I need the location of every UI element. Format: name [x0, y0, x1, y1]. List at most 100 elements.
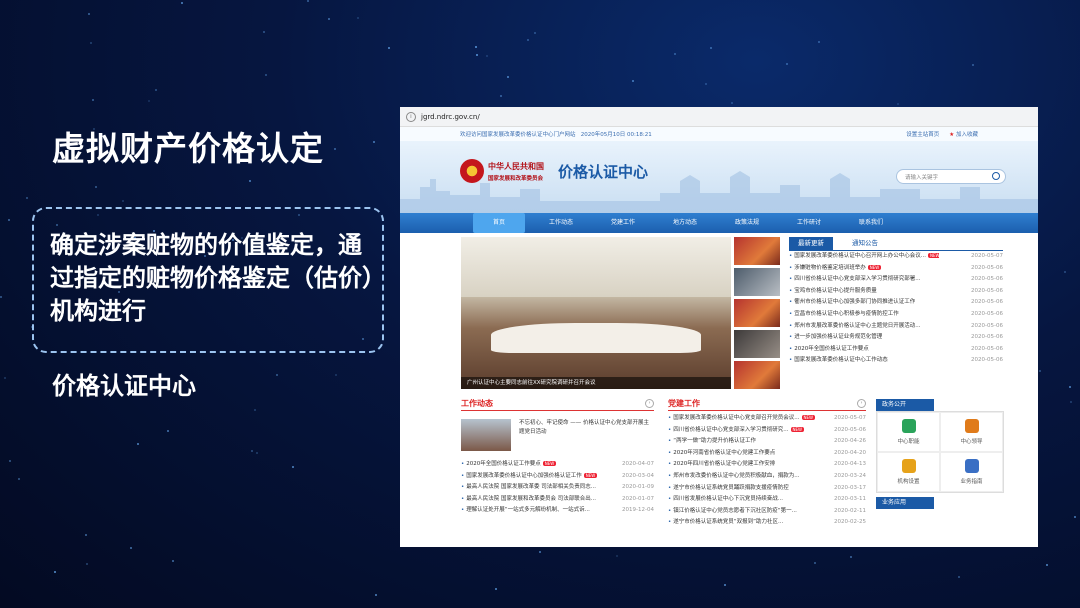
search-icon[interactable]	[992, 172, 1000, 180]
feature-image[interactable]	[461, 419, 511, 451]
item-title[interactable]: 2020年河南省价格认证中心党建工作要点	[673, 450, 775, 456]
item-title[interactable]: 郑州市发改委价格认证中心党员积极献血，捐款为...	[673, 473, 799, 479]
list-item[interactable]: • 最高人民法院 国家发展和改革委员会 司法部联合出... 2020-01-07	[461, 494, 654, 506]
nav-item[interactable]: 工作研讨	[783, 213, 835, 233]
gov-item[interactable]: 业务指南	[940, 452, 1003, 492]
list-item[interactable]: • 国家发展改革委价格认证中心加强价格认证工作 NEW 2020-03-04	[461, 471, 654, 483]
feature-text[interactable]: 不忘初心、牢记使命 —— 价格认证中心党支部开展主题党日活动	[519, 419, 649, 459]
more-icon[interactable]: ›	[645, 399, 654, 408]
nav-item[interactable]: 联系我们	[845, 213, 897, 233]
item-title[interactable]: 国家发展改革委价格认证中心党支部召开党员会议...	[673, 415, 799, 421]
item-title[interactable]: 郑州市发展改革委价格认证中心主题党日开展活动...	[794, 323, 920, 329]
item-title[interactable]: 理解认证处开展“一站式多元解纷机制、一站式诉...	[466, 507, 590, 513]
bullet-icon: •	[789, 299, 793, 306]
nav-item[interactable]: 首页	[473, 213, 525, 233]
search-input[interactable]: 请输入关键字	[896, 169, 1006, 184]
gov-item[interactable]: 中心领导	[940, 412, 1003, 452]
list-item[interactable]: • 衢州市价格认证中心加强多部门协同推进认证工作 2020-05-06	[789, 297, 1003, 309]
new-badge-icon: NEW	[583, 472, 598, 478]
item-title[interactable]: 国家发展改革委价格认证中心加强价格认证工作	[466, 473, 582, 479]
work-news-section: 工作动态 › 不忘初心、牢记使命 —— 价格认证中心党支部开展主题党日活动 • 20…	[461, 397, 654, 517]
item-date: 2020-03-24	[834, 472, 866, 479]
item-title[interactable]: 遂宁市价格认证系统党员踊跃捐款支援疫情防控	[673, 485, 789, 491]
gov-item-icon	[901, 459, 916, 473]
item-title[interactable]: “两学一做”助力提升价格认证工作	[673, 438, 756, 444]
item-title[interactable]: 国家发展改革委价格认证中心召开网上办公中心会议...	[794, 253, 926, 259]
nav-item[interactable]: 政策法规	[721, 213, 773, 233]
item-title[interactable]: 四川省价格认证中心党支部深入学习贯彻研究部署...	[794, 276, 920, 282]
list-item[interactable]: • 四川省发展价格认证中心下沉党员持续奋战... 2020-03-11	[668, 494, 866, 506]
item-date: 2020-04-07	[622, 461, 654, 467]
item-title[interactable]: 涉嫌赃物价格鉴定培训班举办	[794, 265, 866, 271]
list-item[interactable]: • 涉嫌赃物价格鉴定培训班举办 NEW 2020-05-06	[789, 263, 1003, 275]
nav-item[interactable]: 工作动态	[535, 213, 587, 233]
list-item[interactable]: • 郑州市发展改革委价格认证中心主题党日开展活动... 2020-05-06	[789, 321, 1003, 333]
nav-item[interactable]: 地方动态	[659, 213, 711, 233]
list-item[interactable]: • 郑州市发改委价格认证中心党员积极献血，捐款为... 2020-03-24	[668, 471, 866, 483]
list-item[interactable]: • 国家发展改革委价格认证中心召开网上办公中心会议... NEW 2020-05-07	[789, 251, 1003, 263]
item-title[interactable]: 四川省价格认证中心党支部深入学习贯彻研究...	[673, 427, 788, 433]
bullet-icon: •	[668, 519, 672, 526]
bullet-icon: •	[668, 507, 672, 514]
item-title[interactable]: 四川省发展价格认证中心下沉党员持续奋战...	[673, 496, 783, 502]
list-item[interactable]: • 镇江价格认证中心党员志愿者下沉社区防疫“第一... 2020-02-11	[668, 506, 866, 518]
item-date: 2020-05-06	[971, 334, 1003, 341]
list-item[interactable]: • 四川省价格认证中心党支部深入学习贯彻研究部署... 2020-05-06	[789, 274, 1003, 286]
gov-item[interactable]: 中心职能	[877, 412, 940, 452]
more-icon[interactable]: ›	[857, 399, 866, 408]
info-icon: i	[406, 111, 416, 122]
item-title[interactable]: 宜昌市价格认证中心积极参与疫情防控工作	[794, 311, 899, 317]
tab-latest[interactable]: 最新更新	[789, 237, 833, 250]
thumbnail[interactable]	[734, 330, 780, 358]
list-item[interactable]: • 进一步加强价格认证业务规范化管理 2020-05-06	[789, 332, 1003, 344]
gov-item[interactable]: 机构设置	[877, 452, 940, 492]
item-title[interactable]: 2020年四川省价格认证中心党建工作安排	[673, 461, 775, 467]
add-favorite-link[interactable]: ★ 加入收藏	[949, 130, 978, 138]
headline-photo[interactable]: 广州认证中心主要同志前往XX研究院调研并召开会议	[461, 237, 731, 389]
photo-thumbnails[interactable]	[734, 237, 780, 392]
item-title[interactable]: 2020年全国价格认证工作要点	[466, 461, 541, 467]
gov-item-label: 中心职能	[897, 439, 920, 445]
thumbnail[interactable]	[734, 237, 780, 265]
national-emblem-icon	[460, 159, 484, 183]
list-item[interactable]: • 遂宁市价格认证系统党员踊跃捐款支援疫情防控 2020-03-17	[668, 483, 866, 495]
list-item[interactable]: • 四川省价格认证中心党支部深入学习贯彻研究... NEW 2020-05-06	[668, 425, 866, 437]
gov-item-label: 机构设置	[897, 479, 920, 485]
list-item[interactable]: • 2020年河南省价格认证中心党建工作要点 2020-04-20	[668, 448, 866, 460]
tab-notices[interactable]: 通知公告	[843, 237, 887, 250]
item-title[interactable]: 2020年全国价格认证工作要点	[794, 346, 869, 352]
thumbnail[interactable]	[734, 361, 780, 389]
welcome-text: 欢迎访问国家发展改革委价格认证中心门户网站	[460, 132, 576, 138]
item-date: 2020-05-06	[834, 426, 866, 433]
list-item[interactable]: • 国家发展改革委价格认证中心工作动态 2020-05-06	[789, 355, 1003, 367]
bullet-icon: •	[461, 484, 465, 491]
item-title[interactable]: 最高人民法院 国家发展改革委 司法部相关负责同志...	[466, 484, 596, 490]
item-title[interactable]: 进一步加强价格认证业务规范化管理	[794, 334, 882, 340]
item-title[interactable]: 镇江价格认证中心党员志愿者下沉社区防疫“第一...	[673, 508, 797, 514]
list-item[interactable]: • 宜昌市价格认证中心积极参与疫情防控工作 2020-05-06	[789, 309, 1003, 321]
list-item[interactable]: • “两学一做”助力提升价格认证工作 2020-04-26	[668, 436, 866, 448]
thumbnail[interactable]	[734, 268, 780, 296]
list-item[interactable]: • 国家发展改革委价格认证中心党支部召开党员会议... NEW 2020-05-07	[668, 413, 866, 425]
item-date: 2020-05-06	[971, 357, 1003, 364]
list-item[interactable]: • 2020年全国价格认证工作要点 2020-05-06	[789, 344, 1003, 356]
address-bar[interactable]: i jgrd.ndrc.gov.cn/	[400, 107, 1038, 127]
list-item[interactable]: • 遂宁市价格认证系统党员“双报到”助力社区... 2020-02-25	[668, 517, 866, 529]
item-title[interactable]: 宝鸡市价格认证中心提升服务质量	[794, 288, 877, 294]
bullet-icon: •	[461, 507, 465, 514]
nav-item[interactable]: 党建工作	[597, 213, 649, 233]
bullet-icon: •	[789, 253, 793, 259]
item-title[interactable]: 最高人民法院 国家发展和改革委员会 司法部联合出...	[466, 496, 596, 502]
list-item[interactable]: • 理解认证处开展“一站式多元解纷机制、一站式诉... 2019-12-04	[461, 505, 654, 517]
list-item[interactable]: • 宝鸡市价格认证中心提升服务质量 2020-05-06	[789, 286, 1003, 298]
item-title[interactable]: 国家发展改革委价格认证中心工作动态	[794, 357, 888, 363]
org-name: 中华人民共和国 国家发展和改革委员会	[488, 162, 544, 182]
item-title[interactable]: 衢州市价格认证中心加强多部门协同推进认证工作	[794, 299, 915, 305]
set-home-link[interactable]: 设置主站首页	[906, 130, 939, 138]
list-item[interactable]: • 最高人民法院 国家发展改革委 司法部相关负责同志... 2020-01-09	[461, 482, 654, 494]
item-title[interactable]: 遂宁市价格认证系统党员“双报到”助力社区...	[673, 519, 783, 525]
item-date: 2020-05-06	[971, 322, 1003, 329]
thumbnail[interactable]	[734, 299, 780, 327]
list-item[interactable]: • 2020年四川省价格认证中心党建工作安排 2020-04-13	[668, 459, 866, 471]
list-item[interactable]: • 2020年全国价格认证工作要点 NEW 2020-04-07	[461, 459, 654, 471]
